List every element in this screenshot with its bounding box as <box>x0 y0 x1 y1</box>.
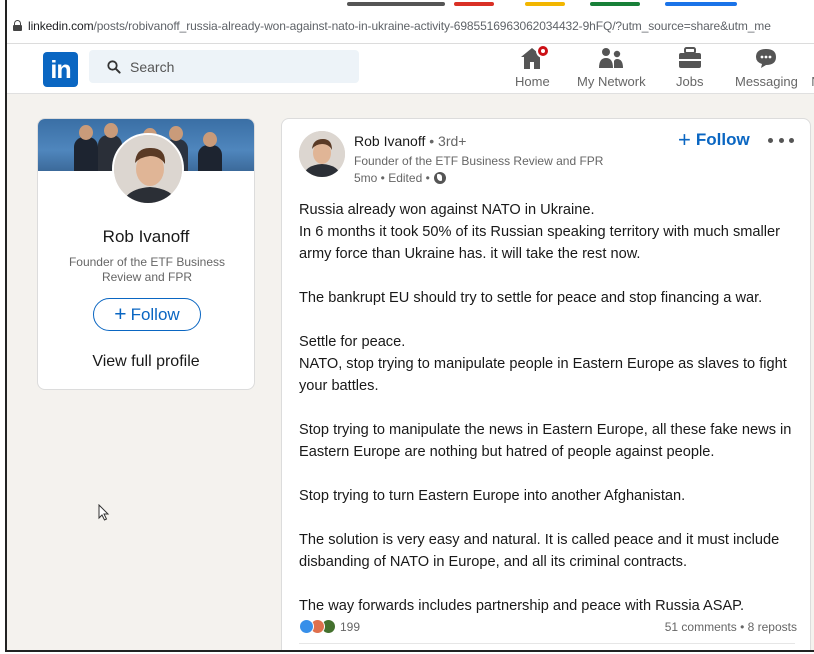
search-placeholder: Search <box>130 58 175 75</box>
post-author-name[interactable]: Rob Ivanoff <box>354 133 425 149</box>
nav-label-my-network: My Network <box>577 74 646 89</box>
reaction-count: 199 <box>340 619 361 634</box>
nav-messaging[interactable]: Messaging <box>735 46 798 92</box>
linkedin-logo[interactable]: in <box>43 52 78 87</box>
follow-label: Follow <box>130 304 180 324</box>
post-author-headline: Founder of the ETF Business Review and F… <box>354 154 604 168</box>
divider <box>299 643 795 644</box>
view-full-profile-link[interactable]: View full profile <box>38 353 254 371</box>
connection-degree: • 3rd+ <box>429 133 467 149</box>
post-timestamp: 5mo • Edited • <box>354 171 430 185</box>
nav-my-network[interactable]: My Network <box>577 46 646 92</box>
mouse-cursor-icon <box>98 504 110 521</box>
notifications-icon <box>803 46 814 70</box>
post-line: Russia already won against NATO in Ukrai… <box>299 202 595 218</box>
follow-button[interactable]: + Follow <box>93 298 201 331</box>
globe-icon <box>433 172 446 184</box>
post-line: Stop trying to manipulate the news in Ea… <box>299 422 792 460</box>
tab-strip <box>7 0 814 8</box>
profile-name[interactable]: Rob Ivanoff <box>38 227 254 247</box>
post-line: Settle for peace. <box>299 334 406 350</box>
post-line: The solution is very easy and natural. I… <box>299 532 780 570</box>
nav-home[interactable]: Home <box>515 44 551 92</box>
nav-label-jobs: Jobs <box>676 74 704 89</box>
post-line: In 6 months it took 50% of its Russian s… <box>299 224 780 262</box>
lock-icon <box>13 20 22 31</box>
plus-icon: + <box>678 127 691 152</box>
post-line: Stop trying to turn Eastern Europe into … <box>299 488 686 504</box>
reactions-summary[interactable]: 199 <box>299 619 360 634</box>
profile-headline: Founder of the ETF Business Review and F… <box>68 255 226 284</box>
comments-reposts-count[interactable]: 51 comments • 8 reposts <box>665 620 797 634</box>
search-input[interactable]: Search <box>89 50 359 83</box>
nav-label-home: Home <box>515 74 550 89</box>
avatar[interactable] <box>112 133 184 205</box>
briefcase-icon <box>678 47 701 68</box>
search-icon <box>107 59 121 74</box>
url-host: linkedin.com <box>28 18 94 33</box>
address-bar[interactable]: linkedin.com/posts/robivanoff_russia-alr… <box>7 8 814 44</box>
messaging-icon <box>756 49 777 68</box>
post-author-avatar[interactable] <box>299 131 345 177</box>
network-icon <box>599 48 624 68</box>
linkedin-nav: in Search Home My Network Jobs Messaging <box>7 44 814 94</box>
nav-notifications[interactable]: N <box>803 46 814 92</box>
like-reaction-icon <box>299 619 314 634</box>
more-options-icon[interactable] <box>768 133 794 147</box>
notification-badge <box>536 44 551 58</box>
post-body: Russia already won against NATO in Ukrai… <box>299 199 799 617</box>
profile-card: Rob Ivanoff Founder of the ETF Business … <box>37 118 255 390</box>
post-follow-label: Follow <box>695 130 750 149</box>
post-line: The bankrupt EU should try to settle for… <box>299 290 763 306</box>
post-follow-button[interactable]: + Follow <box>678 129 750 151</box>
post-author[interactable]: Rob Ivanoff • 3rd+ <box>354 133 466 149</box>
plus-icon: + <box>114 303 127 326</box>
post-meta: 5mo • Edited • <box>354 171 446 185</box>
post-line: NATO, stop trying to manipulate people i… <box>299 356 787 394</box>
nav-label-messaging: Messaging <box>735 74 798 89</box>
url-text[interactable]: linkedin.com/posts/robivanoff_russia-alr… <box>28 19 771 33</box>
post-line: The way forwards includes partnership an… <box>299 598 745 614</box>
post-card: Rob Ivanoff • 3rd+ Founder of the ETF Bu… <box>281 118 811 650</box>
browser-window: linkedin.com/posts/robivanoff_russia-alr… <box>5 0 814 652</box>
nav-jobs[interactable]: Jobs <box>676 46 703 92</box>
url-path: /posts/robivanoff_russia-already-won-aga… <box>93 18 771 33</box>
